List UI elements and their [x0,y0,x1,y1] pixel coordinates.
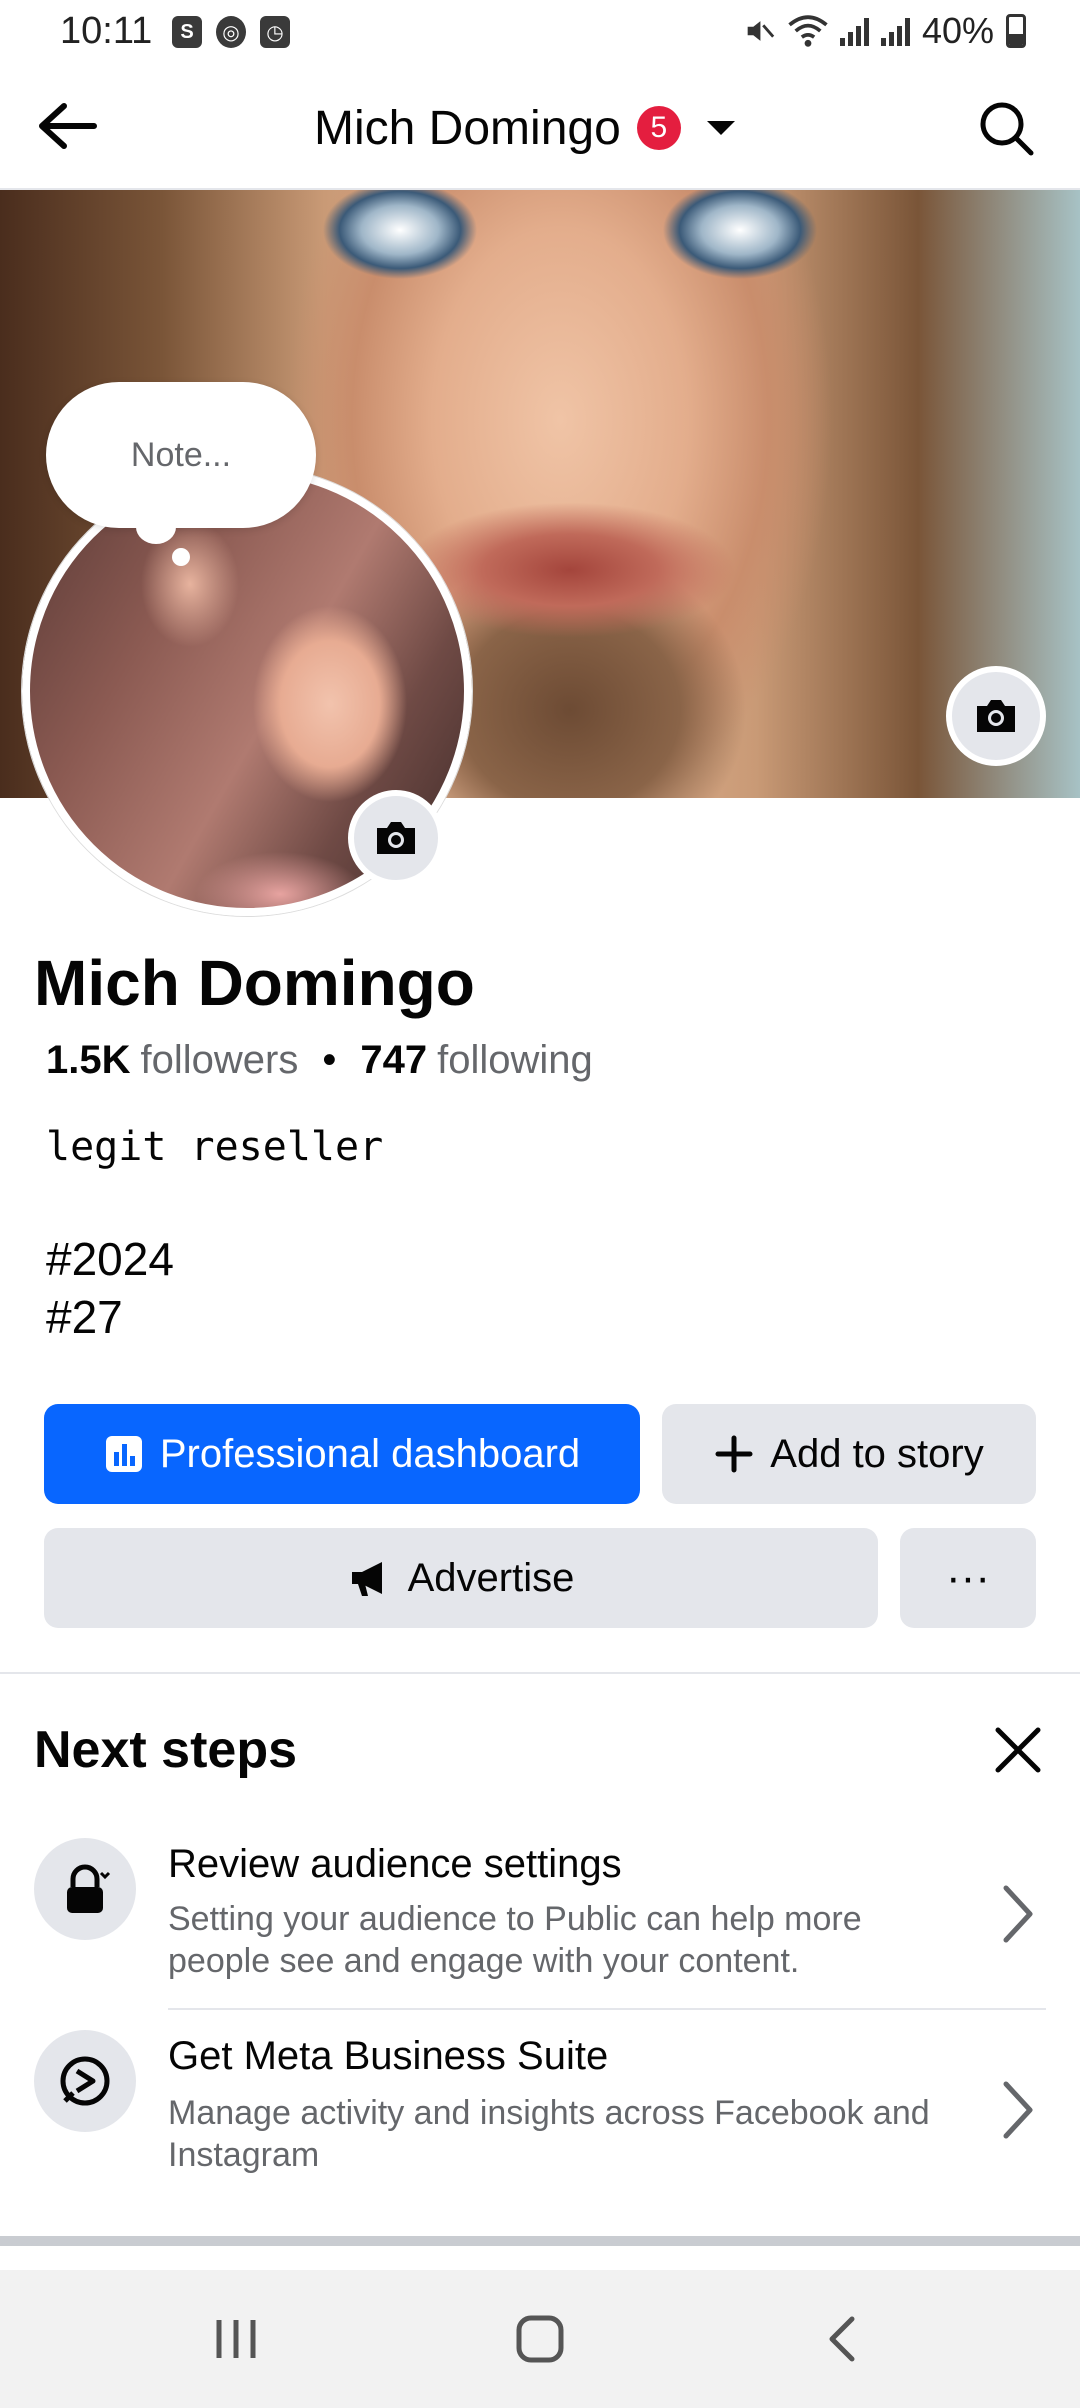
clock-app-icon: ◷ [260,16,290,48]
note-bubble-tail [136,510,176,544]
mute-icon [747,21,775,41]
hashtag[interactable]: #2024 [46,1232,174,1286]
note-placeholder: Note... [130,435,232,474]
system-navigation-bar [0,2270,1080,2408]
battery-icon [1006,14,1026,48]
camera-icon [977,700,1015,732]
add-to-story-button[interactable]: Add to story [662,1404,1036,1504]
followers-label[interactable]: followers [141,1038,299,1083]
hashtag[interactable]: #27 [46,1290,123,1344]
follow-stats: 1.5K followers • 747 following [46,1038,593,1083]
close-icon [995,1727,1041,1773]
advertise-button[interactable]: Advertise [44,1528,878,1628]
profile-name: Mich Domingo [34,947,475,1019]
chevron-down-icon [706,121,735,135]
notification-badge: 5 [636,106,681,150]
signal-icon [839,16,869,46]
status-right-icons: 40% [742,10,1026,52]
professional-dashboard-button[interactable]: Professional dashboard [44,1404,640,1504]
status-left-icons: S ◎ ◷ [172,16,290,48]
next-step-title: Review audience settings [168,1842,622,1886]
system-back-icon [829,2316,855,2362]
next-step-meta-business-suite[interactable]: Get Meta Business Suite Manage activity … [0,2016,1080,2206]
system-back-button[interactable] [802,2304,882,2374]
back-button[interactable] [32,96,102,156]
signal-icon [880,16,910,46]
more-options-button[interactable]: ··· [900,1528,1036,1628]
status-bar: 10:11 S ◎ ◷ 40% [0,0,1080,66]
recent-apps-icon [216,2320,256,2358]
shopee-icon: S [172,16,202,48]
note-bubble-tail-dot [172,548,190,566]
next-step-review-audience[interactable]: Review audience settings Setting your au… [0,1820,1080,2010]
next-steps-title: Next steps [34,1721,297,1779]
add-to-story-label: Add to story [770,1431,984,1476]
lock-icon [34,1838,136,1940]
section-divider-thick [0,2236,1080,2246]
camera-icon [377,822,415,854]
back-arrow-icon [39,103,97,149]
list-separator [168,2008,1046,2010]
home-button[interactable] [500,2304,580,2374]
next-step-description: Manage activity and insights across Face… [168,2094,930,2174]
bio-text: legit reseller [46,1124,384,1170]
chevron-right-icon [992,2078,1042,2142]
note-bubble[interactable]: Note... [46,382,316,528]
more-icon: ··· [946,1553,990,1602]
recent-apps-button[interactable] [196,2304,276,2374]
followers-count[interactable]: 1.5K [46,1038,131,1083]
next-step-title: Get Meta Business Suite [168,2034,609,2078]
wifi-icon [788,15,828,47]
advertise-label: Advertise [407,1555,575,1600]
following-label[interactable]: following [437,1038,593,1083]
profile-switcher[interactable]: Mich Domingo 5 [314,96,735,160]
stats-separator: • [322,1038,337,1082]
home-icon [516,2315,564,2363]
page-title: Mich Domingo [314,101,621,155]
megaphone-icon [351,1562,382,1596]
search-button[interactable] [976,98,1036,158]
edit-cover-button[interactable] [946,666,1046,766]
chevron-right-icon [992,1882,1042,1946]
status-time: 10:11 [60,10,153,52]
chrome-icon: ◎ [216,16,246,48]
following-count[interactable]: 747 [360,1038,427,1083]
edit-profile-picture-button[interactable] [348,790,444,886]
business-suite-icon [34,2030,136,2132]
search-icon [980,102,1034,156]
battery-percent: 40% [921,10,994,51]
professional-dashboard-label: Professional dashboard [159,1431,581,1476]
close-button[interactable] [990,1722,1046,1778]
dashboard-chart-icon [105,1436,142,1472]
next-step-description: Setting your audience to Public can help… [168,1900,862,1980]
section-divider [0,1672,1080,1674]
top-app-bar: Mich Domingo 5 [0,66,1080,190]
plus-icon [715,1435,753,1473]
